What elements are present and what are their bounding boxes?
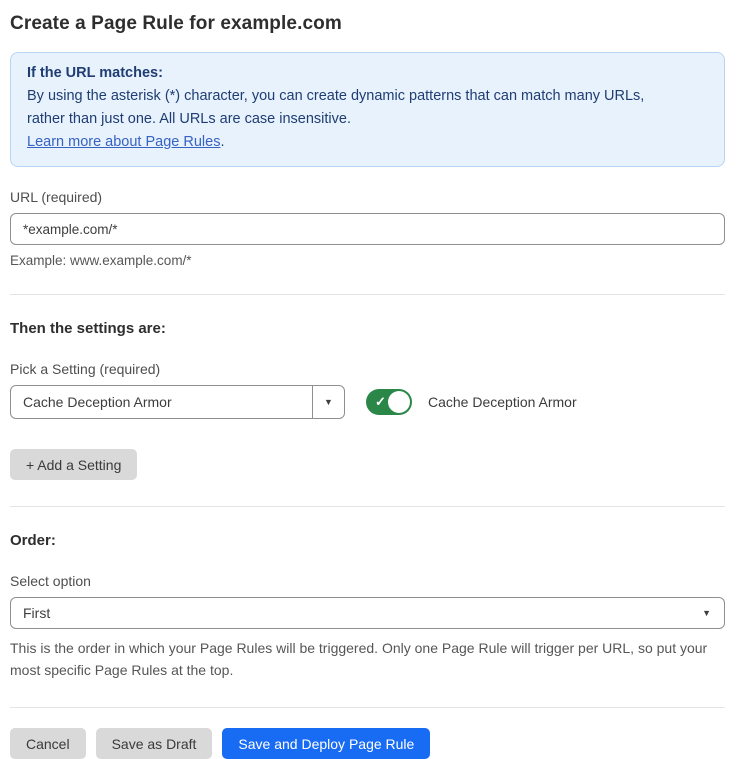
- setting-select-value: Cache Deception Armor: [11, 386, 312, 418]
- chevron-down-icon: ▼: [324, 398, 333, 407]
- learn-more-link[interactable]: Learn more about Page Rules: [27, 134, 220, 150]
- page-rule-form: Create a Page Rule for example.com If th…: [0, 0, 750, 759]
- url-input[interactable]: [10, 213, 725, 245]
- footer-actions: Cancel Save as Draft Save and Deploy Pag…: [10, 728, 725, 759]
- setting-row: Cache Deception Armor ▼ ✓ Cache Deceptio…: [10, 385, 725, 419]
- order-select-value: First: [23, 605, 50, 621]
- info-box-body: By using the asterisk (*) character, you…: [27, 85, 685, 131]
- chevron-down-icon: ▼: [702, 609, 711, 618]
- page-title: Create a Page Rule for example.com: [10, 12, 725, 35]
- cancel-button[interactable]: Cancel: [10, 728, 86, 759]
- setting-picker-label: Pick a Setting (required): [10, 361, 725, 377]
- setting-select[interactable]: Cache Deception Armor ▼: [10, 385, 345, 419]
- order-section-heading: Order:: [10, 532, 725, 549]
- url-match-info-box: If the URL matches: By using the asteris…: [10, 52, 725, 167]
- check-icon: ✓: [375, 394, 386, 410]
- link-suffix: .: [220, 134, 224, 150]
- url-helper: Example: www.example.com/*: [10, 253, 725, 268]
- divider: [10, 294, 725, 295]
- save-draft-button[interactable]: Save as Draft: [96, 728, 213, 759]
- settings-section-heading: Then the settings are:: [10, 320, 725, 337]
- setting-toggle-label: Cache Deception Armor: [428, 394, 577, 410]
- order-select[interactable]: First ▼: [10, 597, 725, 629]
- order-helper: This is the order in which your Page Rul…: [10, 637, 725, 681]
- url-label: URL (required): [10, 189, 725, 205]
- setting-select-arrow-button[interactable]: ▼: [312, 386, 344, 418]
- info-box-heading: If the URL matches:: [27, 62, 708, 85]
- divider: [10, 707, 725, 708]
- divider: [10, 506, 725, 507]
- order-select-label: Select option: [10, 573, 725, 589]
- toggle-knob: [388, 391, 410, 413]
- save-deploy-button[interactable]: Save and Deploy Page Rule: [222, 728, 430, 759]
- setting-toggle[interactable]: ✓: [366, 389, 412, 415]
- add-setting-button[interactable]: + Add a Setting: [10, 449, 137, 480]
- info-box-link-row: Learn more about Page Rules.: [27, 131, 708, 154]
